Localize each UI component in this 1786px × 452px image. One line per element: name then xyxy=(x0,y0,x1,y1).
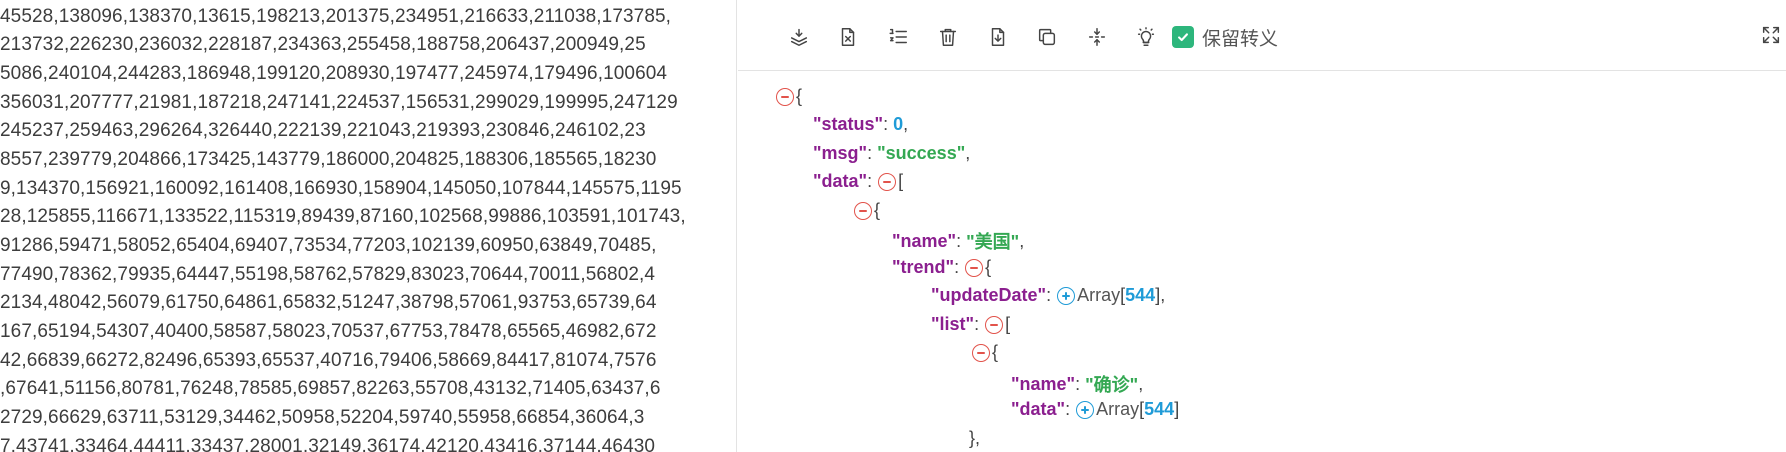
raw-text-line: 45528,138096,138370,13615,198213,201375,… xyxy=(0,6,672,27)
json-root-line: { xyxy=(776,86,802,107)
json-toolbar: 保留转义 xyxy=(738,0,1786,71)
json-list-object-line: { xyxy=(972,342,998,363)
json-key: "msg" xyxy=(813,143,868,163)
array-length: 544 xyxy=(1125,285,1156,305)
collapse-toggle-icon[interactable] xyxy=(854,201,872,220)
raw-text-line: 356031,207777,21981,187218,247141,224537… xyxy=(0,92,678,113)
json-status-line: "status": 0, xyxy=(813,114,909,134)
json-viewer-pane: 保留转义 { "status": 0, "msg": "success", "d… xyxy=(738,0,1786,452)
json-number-value: 0 xyxy=(893,114,904,134)
json-string-value: "success" xyxy=(877,143,966,163)
expand-toggle-icon[interactable] xyxy=(1057,286,1076,305)
clear-file-icon[interactable] xyxy=(835,24,861,50)
raw-text-line: 28,125855,116671,133522,115319,89439,871… xyxy=(0,206,686,227)
json-update-date-line: "updateDate": Array[544], xyxy=(931,285,1166,305)
download-icon[interactable] xyxy=(985,24,1011,50)
json-key: "data" xyxy=(813,171,868,191)
raw-text-line: 42,66839,66272,82496,65393,65537,40716,7… xyxy=(0,350,657,371)
raw-text-line: 8557,239779,204866,173425,143779,186000,… xyxy=(0,149,657,170)
raw-text-line: 213732,226230,236032,228187,234363,25545… xyxy=(0,34,646,55)
json-key: "data" xyxy=(1011,399,1066,419)
raw-text-line: 167,65194,54307,40400,58587,58023,70537,… xyxy=(0,321,657,342)
json-key: "name" xyxy=(892,230,957,251)
collapse-toggle-icon[interactable] xyxy=(776,87,794,106)
json-msg-line: "msg": "success", xyxy=(813,143,971,163)
json-data-line: "data": [ xyxy=(813,171,904,191)
json-name-line: "name": "美国", xyxy=(892,228,1024,254)
json-key: "updateDate" xyxy=(931,285,1047,305)
array-length: 544 xyxy=(1144,399,1175,419)
format-list-icon[interactable] xyxy=(885,24,911,50)
raw-text-line: 91286,59471,58052,65404,69407,73534,7720… xyxy=(0,235,657,256)
raw-text-line: 77490,78362,79935,64447,55198,58762,5782… xyxy=(0,264,656,285)
collapse-toggle-icon[interactable] xyxy=(965,258,984,277)
raw-text-line: 245237,259463,296264,326440,222139,22104… xyxy=(0,120,646,141)
json-string-value: "确诊" xyxy=(1085,375,1139,395)
json-key: "list" xyxy=(931,314,975,334)
collapse-all-icon[interactable] xyxy=(786,24,812,50)
raw-text-pane[interactable]: 45528,138096,138370,13615,198213,201375,… xyxy=(0,0,737,452)
json-trend-line: "trend": { xyxy=(892,257,992,277)
keep-escape-label: 保留转义 xyxy=(1202,28,1279,50)
json-item-data-line: "data": Array[544] xyxy=(1011,399,1180,419)
json-close-line: }, xyxy=(969,428,981,448)
fullscreen-icon[interactable] xyxy=(1760,24,1784,48)
expand-toggle-icon[interactable] xyxy=(1076,400,1095,419)
raw-text-line: 2134,48042,56079,61750,64861,65832,51247… xyxy=(0,292,657,313)
raw-text-line: ,67641,51156,80781,76248,78585,69857,822… xyxy=(0,378,661,399)
json-key: "status" xyxy=(813,114,884,134)
raw-text-line: 5086,240104,244283,186948,199120,208930,… xyxy=(0,63,668,84)
checkmark-icon xyxy=(1172,26,1194,48)
raw-text-line: 2729,66629,63711,53129,34462,50958,52204… xyxy=(0,407,645,428)
raw-text-line: 7,43741,33464,44411,33437,28001,32149,36… xyxy=(0,436,656,452)
collapse-toggle-icon[interactable] xyxy=(972,343,990,362)
copy-icon[interactable] xyxy=(1034,24,1060,50)
keep-escape-checkbox[interactable]: 保留转义 xyxy=(1172,24,1278,50)
compress-icon[interactable] xyxy=(1084,24,1110,50)
collapse-toggle-icon[interactable] xyxy=(878,172,897,191)
lightbulb-icon[interactable] xyxy=(1133,24,1159,50)
json-string-value: "美国" xyxy=(966,232,1020,252)
json-item-name-line: "name": "确诊", xyxy=(1011,371,1143,397)
json-object-line: { xyxy=(854,200,880,221)
json-key: "trend" xyxy=(892,257,955,277)
delete-icon[interactable] xyxy=(935,24,961,50)
json-key: "name" xyxy=(1011,373,1076,394)
collapse-toggle-icon[interactable] xyxy=(985,315,1004,334)
json-list-line: "list": [ xyxy=(931,314,1011,334)
raw-text-line: 9,134370,156921,160092,161408,166930,158… xyxy=(0,178,682,199)
